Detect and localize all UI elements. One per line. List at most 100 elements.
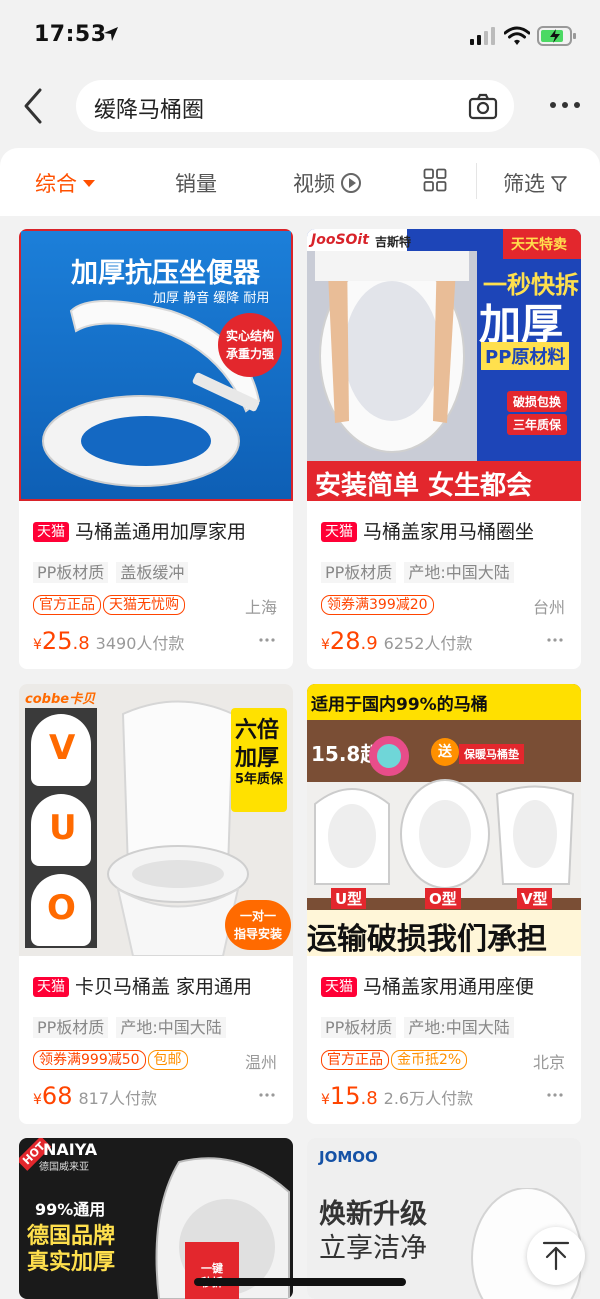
sales-count: 6252人付款	[383, 634, 473, 653]
product-price: ¥28.9 6252人付款	[321, 627, 473, 655]
type-label: O型	[425, 888, 461, 909]
product-promos: 领券满999减50 包邮	[33, 1050, 190, 1070]
sort-tab-label: 综合	[35, 172, 77, 196]
more-options-icon[interactable]	[549, 97, 581, 113]
product-tag: PP板材质	[321, 562, 397, 583]
product-title[interactable]: 天猫 马桶盖通用加厚家用	[33, 517, 283, 544]
product-price: ¥25.8 3490人付款	[33, 627, 185, 655]
product-image[interactable]: cobbe卡贝 V U O 六倍 加厚 5年质保 一对一 指导安装	[19, 684, 293, 956]
promo-tag: 领券满999减50	[33, 1050, 146, 1070]
product-tag: 产地:中国大陆	[404, 1017, 514, 1038]
product-price: ¥68 817人付款	[33, 1082, 158, 1110]
more-dots-icon[interactable]	[259, 637, 275, 643]
type-label: U型	[331, 888, 367, 909]
product-card[interactable]: HOT NAIYA 德国威来亚 99%通用 德国品牌 真实加厚 一键 秒拆	[19, 1138, 293, 1299]
product-tag: 盖板缓冲	[116, 562, 189, 583]
more-dots-icon[interactable]	[547, 1092, 563, 1098]
shape-letter: U	[49, 808, 77, 848]
shape-letter: O	[47, 888, 76, 928]
sort-tab-sales[interactable]: 销量	[175, 168, 217, 198]
product-promos: 官方正品 金币抵2%	[321, 1050, 469, 1070]
more-dots-icon[interactable]	[547, 637, 563, 643]
gift-badge: 送	[431, 738, 459, 766]
product-title[interactable]: 天猫 卡贝马桶盖 家用通用	[33, 972, 283, 999]
product-tags: PP板材质 产地:中国大陆	[321, 559, 522, 583]
product-tag: 产地:中国大陆	[404, 562, 514, 583]
search-query: 缓降马桶圈	[94, 98, 205, 123]
product-title[interactable]: 天猫 马桶盖家用通用座便	[321, 972, 571, 999]
filter-button[interactable]: 筛选	[503, 168, 567, 198]
sort-tab-comprehensive[interactable]: 综合	[35, 168, 95, 198]
grid-view-icon[interactable]	[423, 168, 447, 192]
tmall-badge: 天猫	[33, 522, 69, 542]
seat-with-arms-graphic	[307, 251, 477, 461]
badge-line: 指导安装	[233, 927, 282, 941]
image-badge-2: 三年质保	[507, 414, 568, 435]
product-card[interactable]: JooSOit 吉斯特 天天特卖 一秒快拆 加厚 PP原材料 破损包换 三年质保…	[307, 229, 581, 669]
ship-city: 北京	[532, 1053, 565, 1072]
product-tags: PP板材质 产地:中国大陆	[321, 1014, 522, 1038]
image-gift-text: 保暖马桶垫	[459, 744, 524, 764]
three-seat-shapes-graphic	[314, 779, 575, 889]
image-top-banner: 适用于国内99%的马桶	[311, 695, 488, 715]
image-quick-release-badge: 一键 秒拆	[185, 1242, 239, 1299]
play-circle-icon	[341, 173, 361, 193]
product-title-text: 马桶盖家用马桶圈坐	[363, 521, 535, 543]
search-input[interactable]: 缓降马桶圈	[76, 80, 514, 132]
ship-city: 台州	[532, 598, 565, 617]
product-image[interactable]: JooSOit 吉斯特 天天特卖 一秒快拆 加厚 PP原材料 破损包换 三年质保…	[307, 229, 581, 501]
battery-charging-icon	[537, 26, 576, 46]
image-corner-tag: 天天特卖	[511, 237, 567, 253]
filter-divider	[476, 163, 477, 199]
image-line-3: PP原材料	[481, 342, 570, 370]
sales-count: 2.6万人付款	[383, 1089, 474, 1108]
product-tag: PP板材质	[321, 1017, 397, 1038]
tmall-badge: 天猫	[33, 977, 69, 997]
product-title-text: 马桶盖家用通用座便	[363, 976, 535, 998]
camera-icon[interactable]	[468, 91, 498, 121]
image-bottom-banner: 运输破损我们承担	[307, 922, 547, 956]
tmall-badge: 天猫	[321, 522, 357, 542]
product-tag: 产地:中国大陆	[116, 1017, 226, 1038]
sales-count: 817人付款	[78, 1089, 158, 1108]
sort-tab-video[interactable]: 视频	[293, 168, 361, 198]
price-integer: 68	[41, 1082, 73, 1110]
product-tags: PP板材质 盖板缓冲	[33, 559, 196, 583]
product-card[interactable]: cobbe卡贝 V U O 六倍 加厚 5年质保 一对一 指导安装 天猫 卡贝马桶…	[19, 684, 293, 1124]
product-image[interactable]: 适用于国内99%的马桶 15.8起 送 保暖马桶垫 U型 O型 V型 运输破损我…	[307, 684, 581, 956]
more-dots-icon[interactable]	[259, 1092, 275, 1098]
ship-city: 上海	[244, 598, 277, 617]
sort-tab-label: 视频	[293, 172, 335, 196]
back-to-top-button[interactable]	[527, 1227, 585, 1285]
product-promos: 领券满399减20	[321, 595, 436, 615]
product-tag: PP板材质	[33, 562, 109, 583]
cellular-signal-icon	[470, 27, 495, 45]
price-integer: 15	[329, 1082, 361, 1110]
product-card[interactable]: 适用于国内99%的马桶 15.8起 送 保暖马桶垫 U型 O型 V型 运输破损我…	[307, 684, 581, 1124]
product-card[interactable]: 加厚抗压坐便器 加厚 静音 缓降 耐用 实心结构 承重力强 天猫 马桶盖通用加厚家…	[19, 229, 293, 669]
price-decimal: .8	[360, 1088, 378, 1109]
promo-tag: 天猫无忧购	[103, 595, 185, 615]
product-image[interactable]: HOT NAIYA 德国威来亚 99%通用 德国品牌 真实加厚 一键 秒拆	[19, 1138, 293, 1299]
product-title[interactable]: 天猫 马桶盖家用马桶圈坐	[321, 517, 571, 544]
image-headline: 加厚抗压坐便器	[71, 258, 260, 289]
price-integer: 25	[41, 627, 73, 655]
status-time: 17:53	[34, 22, 107, 47]
image-line-2: 立享洁净	[319, 1233, 427, 1264]
search-header: 缓降马桶圈	[0, 72, 600, 146]
product-tags: PP板材质 产地:中国大陆	[33, 1014, 234, 1038]
back-arrow-icon[interactable]	[20, 86, 46, 126]
filter-label: 筛选	[503, 172, 545, 196]
dropdown-caret-icon	[83, 180, 95, 187]
price-decimal: .8	[72, 633, 90, 654]
image-brand-cn: 吉斯特	[375, 235, 412, 249]
tmall-badge: 天猫	[321, 977, 357, 997]
image-brand: JooSOit	[311, 232, 369, 248]
arrow-up-icon	[542, 1241, 570, 1271]
image-brand-sub: 德国威来亚	[39, 1162, 89, 1173]
sort-tab-label: 销量	[175, 172, 217, 196]
promo-tag: 金币抵2%	[391, 1050, 468, 1070]
product-image[interactable]: 加厚抗压坐便器 加厚 静音 缓降 耐用 实心结构 承重力强	[19, 229, 293, 501]
image-bottom-banner: 安装简单 女生都会	[315, 471, 533, 501]
product-title-text: 马桶盖通用加厚家用	[75, 521, 247, 543]
